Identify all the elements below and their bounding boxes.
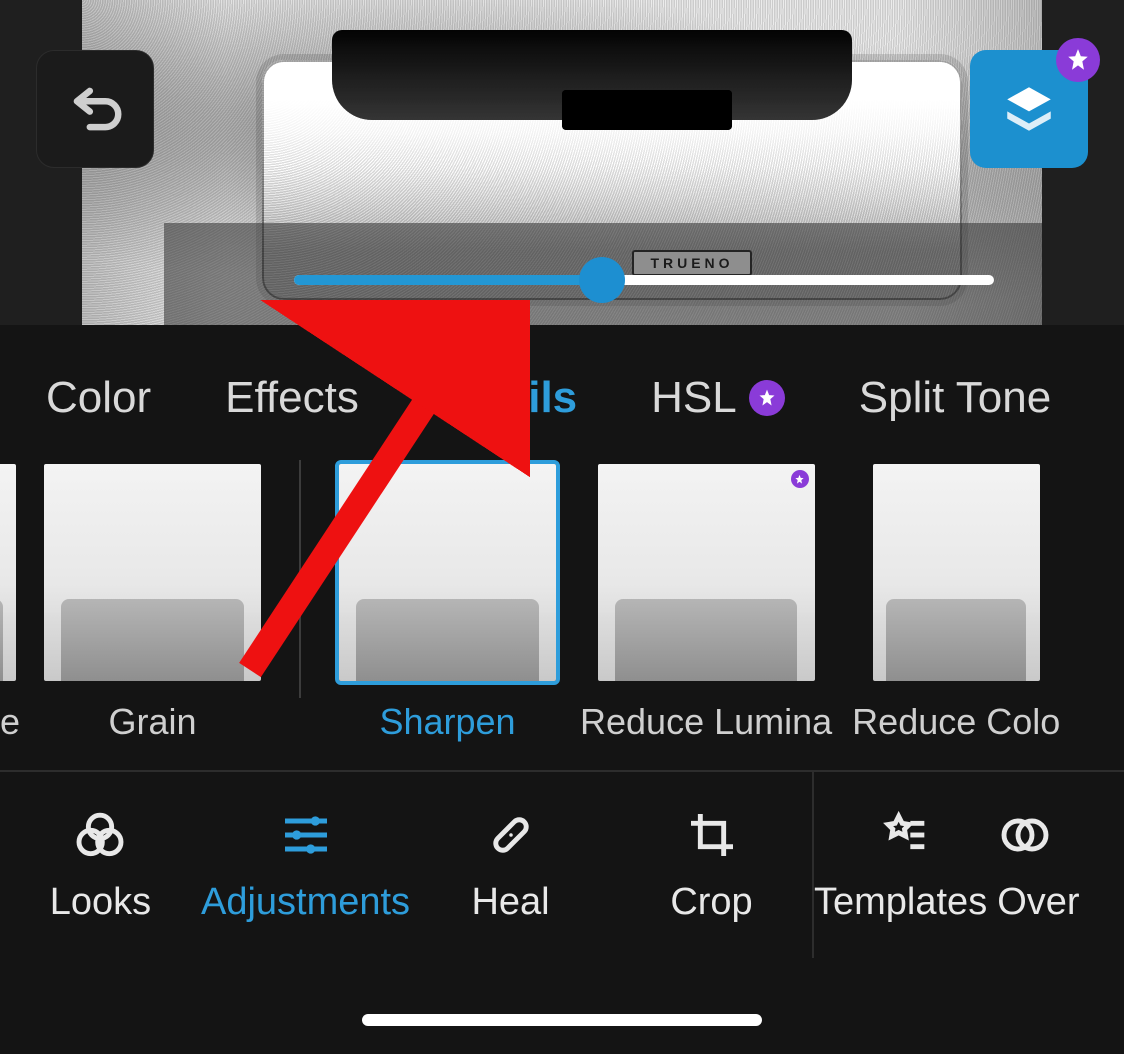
star-icon xyxy=(794,474,805,485)
tab-color[interactable]: Color xyxy=(46,373,151,423)
thumb-reduce-color[interactable] xyxy=(869,460,1044,685)
thumb-label: Reduce Colo xyxy=(852,701,1060,743)
tab-label: Details xyxy=(433,373,577,423)
adjustment-slider[interactable] xyxy=(294,275,994,285)
adjustment-slider-strip xyxy=(164,223,1042,325)
toolbar-right: Templates Over xyxy=(814,772,1124,958)
tab-label: Color xyxy=(46,373,151,423)
thumb-label: Grain xyxy=(108,701,196,743)
tool-label: Looks xyxy=(50,881,151,924)
templates-icon xyxy=(873,807,929,863)
tool-adjustments[interactable]: Adjustments xyxy=(201,772,410,958)
thumbnail-image xyxy=(615,599,797,685)
tab-label: HSL xyxy=(651,373,737,423)
tab-label: Effects xyxy=(225,373,359,423)
tab-hsl[interactable]: HSL xyxy=(651,373,785,423)
tab-label: Split Tone xyxy=(859,373,1051,423)
thumbnail-image xyxy=(886,599,1026,685)
tool-heal[interactable]: Heal xyxy=(410,772,611,958)
tool-looks[interactable]: Looks xyxy=(0,772,201,958)
thumb-col-fade: de xyxy=(0,460,20,743)
looks-icon xyxy=(72,807,128,863)
thumb-col-grain: Grain xyxy=(40,460,265,743)
star-icon xyxy=(1065,47,1091,73)
layers-button[interactable] xyxy=(970,50,1088,168)
thumb-fade[interactable] xyxy=(0,460,20,685)
thumb-grain[interactable] xyxy=(40,460,265,685)
bandage-icon xyxy=(483,807,539,863)
thumb-sharpen[interactable] xyxy=(335,460,560,685)
undo-icon xyxy=(64,78,126,140)
thumb-reduce-luma[interactable] xyxy=(594,460,819,685)
adjustment-slider-fill xyxy=(294,275,602,285)
tool-label: Adjustments xyxy=(201,881,410,924)
tab-effects[interactable]: Effects xyxy=(225,373,359,423)
preset-thumbnails: de Grain Sharpen Reduce Lumina Re xyxy=(0,460,1124,760)
premium-badge xyxy=(749,380,785,416)
main-toolbar: Looks Adjustments Heal Crop Templates xyxy=(0,770,1124,958)
tool-crop[interactable]: Crop xyxy=(611,772,812,958)
premium-badge xyxy=(1056,38,1100,82)
thumb-label: Sharpen xyxy=(379,701,515,743)
adjustment-slider-thumb[interactable] xyxy=(579,257,625,303)
group-divider xyxy=(299,460,301,698)
tool-label: Crop xyxy=(670,881,752,924)
home-indicator[interactable] xyxy=(362,1014,762,1026)
thumb-col-reduce-color: Reduce Colo xyxy=(852,460,1060,743)
tool-label: Heal xyxy=(471,881,549,924)
sliders-icon xyxy=(278,807,334,863)
thumbnail-image xyxy=(356,599,538,685)
tool-label: Templates xyxy=(814,881,987,924)
thumb-label: Reduce Lumina xyxy=(580,701,832,743)
edit-stage: TRUENO xyxy=(0,0,1124,325)
thumbnail-image xyxy=(0,599,3,685)
premium-badge xyxy=(791,470,809,488)
overlays-icon xyxy=(997,807,1053,863)
thumb-col-reduce-luma: Reduce Lumina xyxy=(580,460,832,743)
adjustment-tabs: Color Effects Details HSL Split Tone xyxy=(0,325,1124,461)
image-canvas[interactable]: TRUENO xyxy=(82,0,1042,325)
tool-templates[interactable]: Templates xyxy=(814,772,987,958)
crop-icon xyxy=(684,807,740,863)
tab-details[interactable]: Details xyxy=(433,373,577,423)
thumbnail-image xyxy=(61,599,243,685)
tool-overlays[interactable]: Over xyxy=(987,772,1124,958)
star-icon xyxy=(757,388,777,408)
tab-split-tone[interactable]: Split Tone xyxy=(859,373,1051,423)
tool-label: Over xyxy=(997,881,1079,924)
thumb-col-sharpen: Sharpen xyxy=(335,460,560,743)
thumb-label: de xyxy=(0,701,20,743)
layers-icon xyxy=(1000,80,1058,138)
undo-button[interactable] xyxy=(36,50,154,168)
